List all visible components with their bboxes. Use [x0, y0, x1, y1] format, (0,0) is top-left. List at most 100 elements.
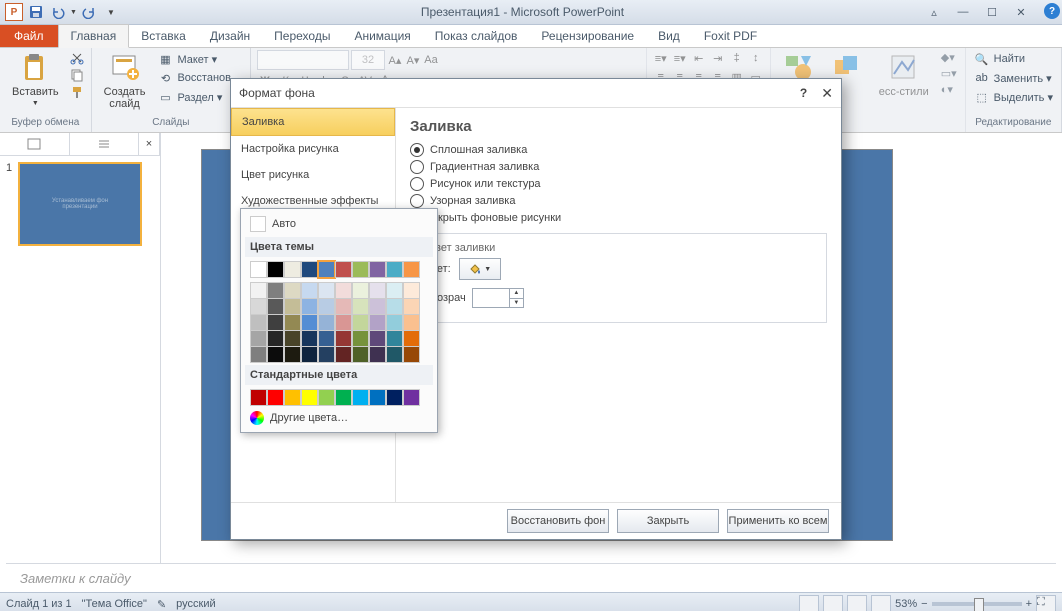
theme-swatch[interactable]	[301, 261, 318, 278]
clear-format-icon[interactable]: Aa	[423, 52, 439, 68]
standard-swatch[interactable]	[301, 389, 318, 406]
standard-swatch[interactable]	[318, 389, 335, 406]
minimize-button[interactable]: —	[949, 3, 977, 21]
shape-outline-button[interactable]: ▭▾	[939, 66, 959, 81]
zoom-slider[interactable]	[932, 602, 1022, 606]
theme-swatch[interactable]	[386, 261, 403, 278]
standard-swatch[interactable]	[369, 389, 386, 406]
numbering-icon[interactable]: ≡▾	[672, 50, 688, 66]
tint-swatch[interactable]	[267, 282, 284, 299]
tint-swatch[interactable]	[403, 314, 420, 331]
theme-swatch[interactable]	[318, 261, 335, 278]
theme-swatch[interactable]	[369, 261, 386, 278]
tab-design[interactable]: Дизайн	[198, 25, 262, 47]
copy-icon[interactable]	[69, 67, 85, 83]
tint-swatch[interactable]	[369, 314, 386, 331]
tint-swatch[interactable]	[267, 346, 284, 363]
tint-swatch[interactable]	[403, 330, 420, 347]
theme-swatch[interactable]	[250, 261, 267, 278]
font-size-input[interactable]: 32	[351, 50, 385, 70]
paste-button[interactable]: Вставить ▼	[6, 50, 65, 109]
tint-swatch[interactable]	[369, 346, 386, 363]
replace-button[interactable]: abЗаменить ▾	[972, 69, 1055, 87]
tab-file[interactable]: Файл	[0, 25, 58, 47]
tint-swatch[interactable]	[335, 298, 352, 315]
find-button[interactable]: 🔍Найти	[972, 50, 1055, 68]
tint-swatch[interactable]	[318, 314, 335, 331]
shape-effects-button[interactable]: ◐▾	[939, 82, 959, 97]
color-auto[interactable]: Авто	[245, 213, 433, 235]
standard-swatch[interactable]	[403, 389, 420, 406]
tint-swatch[interactable]	[318, 330, 335, 347]
view-sorter-button[interactable]	[823, 595, 843, 611]
grow-font-icon[interactable]: A▴	[387, 52, 403, 68]
tint-swatch[interactable]	[284, 346, 301, 363]
tint-swatch[interactable]	[403, 346, 420, 363]
color-picker-button[interactable]: ▼	[459, 258, 501, 280]
select-button[interactable]: ⬚Выделить ▾	[972, 88, 1055, 106]
dialog-close-button[interactable]: ✕	[821, 85, 833, 102]
tint-swatch[interactable]	[335, 314, 352, 331]
nav-fill[interactable]: Заливка	[231, 108, 395, 136]
zoom-in-button[interactable]: +	[1026, 598, 1032, 610]
tint-swatch[interactable]	[352, 346, 369, 363]
redo-icon[interactable]	[79, 2, 99, 22]
status-language[interactable]: русский	[176, 598, 215, 610]
apply-all-button[interactable]: Применить ко всем	[727, 509, 829, 533]
tab-review[interactable]: Рецензирование	[529, 25, 646, 47]
shrink-font-icon[interactable]: A▾	[405, 52, 421, 68]
tint-swatch[interactable]	[318, 298, 335, 315]
tab-transitions[interactable]: Переходы	[262, 25, 342, 47]
indent-right-icon[interactable]: ⇥	[710, 50, 726, 66]
new-slide-button[interactable]: Создать слайд	[98, 50, 152, 112]
tab-foxit[interactable]: Foxit PDF	[692, 25, 769, 47]
tint-swatch[interactable]	[335, 330, 352, 347]
cut-icon[interactable]	[69, 50, 85, 66]
tint-swatch[interactable]	[301, 314, 318, 331]
zoom-slider-thumb[interactable]	[974, 598, 984, 611]
help-icon[interactable]: ?	[1044, 3, 1060, 19]
format-painter-icon[interactable]	[69, 84, 85, 100]
indent-left-icon[interactable]: ⇤	[691, 50, 707, 66]
reset-background-button[interactable]: Восстановить фон	[507, 509, 609, 533]
tint-swatch[interactable]	[301, 346, 318, 363]
close-dialog-button[interactable]: Закрыть	[617, 509, 719, 533]
view-normal-button[interactable]	[799, 595, 819, 611]
standard-swatch[interactable]	[267, 389, 284, 406]
radio-pattern[interactable]: Узорная заливка	[410, 194, 827, 208]
bullets-icon[interactable]: ≡▾	[653, 50, 669, 66]
more-colors[interactable]: Другие цвета…	[245, 408, 433, 428]
tint-swatch[interactable]	[250, 298, 267, 315]
layout-button[interactable]: ▦Макет ▾	[155, 50, 244, 68]
tint-swatch[interactable]	[386, 330, 403, 347]
tint-swatch[interactable]	[250, 346, 267, 363]
standard-swatch[interactable]	[250, 389, 267, 406]
tint-swatch[interactable]	[386, 346, 403, 363]
maximize-button[interactable]: ☐	[978, 3, 1006, 21]
tint-swatch[interactable]	[250, 282, 267, 299]
theme-swatch[interactable]	[335, 261, 352, 278]
tint-swatch[interactable]	[386, 314, 403, 331]
standard-swatch[interactable]	[352, 389, 369, 406]
qat-customize-icon[interactable]: ▼	[101, 2, 121, 22]
nav-picture-color[interactable]: Цвет рисунка	[231, 162, 395, 188]
shape-fill-button[interactable]: ◆▾	[939, 50, 959, 65]
quick-styles-button[interactable]: есс-стили	[873, 50, 935, 100]
font-name-input[interactable]	[257, 50, 349, 70]
tint-swatch[interactable]	[403, 282, 420, 299]
tint-swatch[interactable]	[369, 298, 386, 315]
save-icon[interactable]	[26, 2, 46, 22]
theme-swatch[interactable]	[267, 261, 284, 278]
undo-dropdown-icon[interactable]: ▼	[70, 9, 77, 16]
close-panel-button[interactable]: ×	[139, 133, 160, 155]
spin-down-icon[interactable]: ▼	[509, 299, 523, 308]
notes-pane[interactable]: Заметки к слайду	[6, 563, 1056, 592]
standard-swatch[interactable]	[335, 389, 352, 406]
standard-swatch[interactable]	[284, 389, 301, 406]
dialog-help-icon[interactable]: ?	[800, 86, 807, 100]
tint-swatch[interactable]	[267, 330, 284, 347]
tint-swatch[interactable]	[267, 314, 284, 331]
zoom-out-button[interactable]: −	[921, 598, 927, 610]
tint-swatch[interactable]	[284, 282, 301, 299]
tint-swatch[interactable]	[318, 282, 335, 299]
